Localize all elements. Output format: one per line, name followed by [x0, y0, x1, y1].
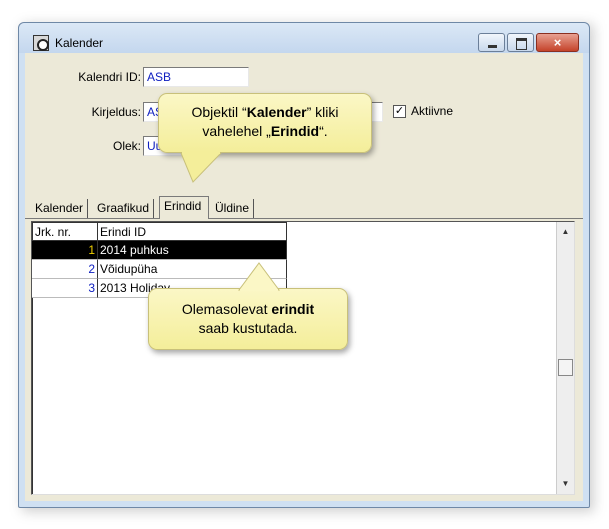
column-header-nr[interactable]: Jrk. nr. [32, 222, 98, 241]
callout-delete-exception: Olemasolevat erindit saab kustutada. [148, 262, 348, 350]
status-label: Olek: [112, 139, 141, 153]
close-button[interactable]: × [536, 33, 579, 52]
tab-kalender[interactable]: Kalender [31, 199, 89, 218]
row-number: 1 [32, 241, 98, 260]
description-label: Kirjeldus: [91, 105, 141, 119]
grid-left-border [32, 298, 33, 494]
window-title: Kalender [55, 36, 104, 50]
calendar-app-icon[interactable] [33, 35, 49, 51]
maximize-button[interactable] [507, 33, 534, 52]
row-number: 2 [32, 260, 98, 279]
callout-text: vahelehel „ [202, 123, 271, 139]
tab-uldine[interactable]: Üldine [211, 199, 255, 218]
vertical-scrollbar[interactable]: ▲ ▼ [556, 222, 574, 494]
close-icon: × [553, 35, 562, 50]
erindid-panel: Jrk. nr. Erindi ID 1 2014 puhkus 2 Võidu… [31, 221, 575, 495]
tab-graafikud[interactable]: Graafikud [93, 199, 155, 218]
tab-strip: Kalender Graafikud Erindid Üldine [25, 195, 583, 219]
column-header-erindi-id[interactable]: Erindi ID [97, 222, 287, 241]
calendar-id-field[interactable]: ASB [143, 67, 249, 87]
minimize-button[interactable] [478, 33, 505, 52]
scroll-down-icon[interactable]: ▼ [557, 476, 574, 492]
callout-text: Olemasolevat [181, 301, 272, 317]
tab-erindid[interactable]: Erindid [159, 196, 209, 219]
scroll-up-icon[interactable]: ▲ [557, 224, 574, 240]
callout-text: saab kustutada. [198, 320, 298, 336]
callout-text: Objektil “ [191, 104, 247, 120]
active-checkbox-label[interactable]: Aktiivne [411, 104, 453, 118]
callout-text: ” kliki [306, 104, 339, 120]
callout-click-erindid-tab: Objektil “Kalender” kliki vahelehel „Eri… [158, 93, 372, 183]
callout-bold-text: Erindid [270, 123, 320, 139]
callout-text: “. [319, 123, 328, 139]
table-row[interactable]: 1 2014 puhkus [32, 241, 288, 260]
calendar-id-label: Kalendri ID: [78, 70, 141, 84]
callout-bold-text: erindit [271, 301, 315, 317]
title-bar[interactable]: Kalender × [19, 23, 589, 53]
callout-bold-text: Kalender [246, 104, 307, 120]
row-number: 3 [32, 279, 98, 298]
active-checkbox[interactable]: ✓ [393, 105, 406, 118]
checkmark-icon: ✓ [394, 105, 405, 117]
scroll-thumb[interactable] [558, 359, 573, 376]
exception-id: 2014 puhkus [98, 241, 287, 260]
